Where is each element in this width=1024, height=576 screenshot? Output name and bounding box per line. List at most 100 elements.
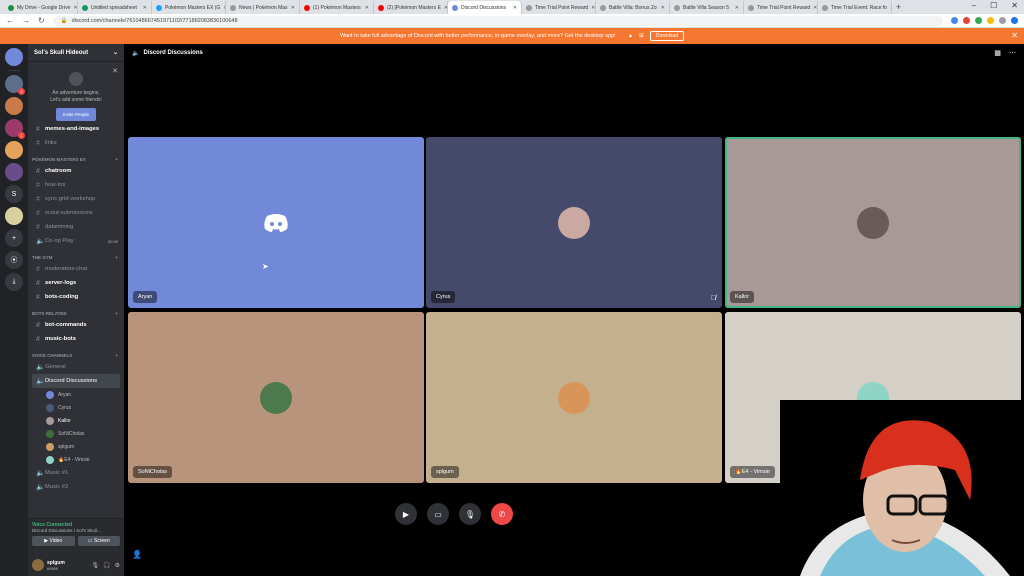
browser-tab[interactable]: (2) [Pokémon Masters E ✕ xyxy=(374,1,448,14)
channel-item[interactable]: 🔈 Music #1 xyxy=(28,466,124,480)
close-icon[interactable]: ✕ xyxy=(112,68,118,75)
voice-user[interactable]: SoNiCholas xyxy=(28,427,124,440)
channel-item[interactable]: 🔈 Music #2 xyxy=(28,480,124,494)
close-tab-icon[interactable]: ✕ xyxy=(513,5,517,11)
browser-tab[interactable]: Untitled spreadsheet ✕ xyxy=(78,1,152,14)
add-channel-icon[interactable]: + xyxy=(115,311,118,316)
invite-people-button[interactable]: Invite People xyxy=(55,108,97,121)
profile-icon[interactable] xyxy=(1011,17,1018,24)
reload-icon[interactable]: ↻ xyxy=(38,16,45,25)
video-tile[interactable]: splgum xyxy=(426,312,722,483)
maximize-icon[interactable]: ☐ xyxy=(990,1,997,10)
close-window-icon[interactable]: ✕ xyxy=(1011,1,1018,10)
extension-icon[interactable] xyxy=(999,17,1006,24)
channel-item[interactable]: # links xyxy=(28,136,124,150)
minimize-icon[interactable]: – xyxy=(972,1,976,10)
channel-item[interactable]: # chatroom xyxy=(28,164,124,178)
server-icon[interactable] xyxy=(5,97,23,115)
add-channel-icon[interactable]: + xyxy=(115,157,118,162)
add-channel-icon[interactable]: + xyxy=(115,353,118,358)
channel-item[interactable]: # music-bots xyxy=(28,332,124,346)
close-tab-icon[interactable]: ✕ xyxy=(735,5,739,11)
browser-tab[interactable]: (1) Pokémon Masters ✕ xyxy=(300,1,374,14)
extension-icon[interactable] xyxy=(951,17,958,24)
close-tab-icon[interactable]: ✕ xyxy=(591,5,595,11)
video-tile[interactable]: SoNiCholas xyxy=(128,312,424,483)
close-tab-icon[interactable]: ✕ xyxy=(813,5,817,11)
voice-user[interactable]: 🔥E4 - Vimsie xyxy=(28,453,124,466)
close-icon[interactable]: ✕ xyxy=(1011,31,1018,40)
channel-item[interactable]: # how-tos xyxy=(28,178,124,192)
disconnect-button[interactable]: ✆ xyxy=(491,503,513,525)
server-header[interactable]: Sol's Skull Hideout ⌄ xyxy=(28,44,124,62)
camera-toggle-button[interactable]: ▶ xyxy=(395,503,417,525)
server-icon[interactable] xyxy=(5,163,23,181)
new-tab-button[interactable]: + xyxy=(896,1,901,14)
voice-user[interactable]: splgum xyxy=(28,440,124,453)
channel-item[interactable]: # sync-grid-workshop xyxy=(28,192,124,206)
channel-item[interactable]: # scout-submissions xyxy=(28,206,124,220)
gear-icon[interactable]: ⚙ xyxy=(115,562,120,569)
extension-icon[interactable] xyxy=(987,17,994,24)
channel-category[interactable]: BOTS RELATED + xyxy=(28,304,124,318)
add-person-icon[interactable]: 👤 xyxy=(132,550,142,559)
close-tab-icon[interactable]: ✕ xyxy=(365,5,369,11)
mute-button[interactable]: 🎙 xyxy=(459,503,481,525)
forward-icon[interactable]: → xyxy=(22,16,30,25)
server-icon[interactable]: S xyxy=(5,185,23,203)
extension-icon[interactable] xyxy=(975,17,982,24)
server-icon[interactable]: ⤓ xyxy=(5,273,23,291)
channel-item[interactable]: # datamining xyxy=(28,220,124,234)
channel-item[interactable]: # bots-coding xyxy=(28,290,124,304)
video-tile[interactable]: Kallor xyxy=(725,137,1021,308)
voice-channel-general[interactable]: 🔈 General xyxy=(28,360,124,374)
headphones-icon[interactable]: 🎧 xyxy=(103,562,110,569)
channel-item[interactable]: # server-logs xyxy=(28,276,124,290)
browser-tab[interactable]: Time Trial Event: Race fo✕ xyxy=(818,1,892,14)
video-button[interactable]: ▶ Video xyxy=(32,536,75,546)
video-tile[interactable]: Aryan xyxy=(128,137,424,308)
video-tile[interactable]: Cyrus 🎙̸ xyxy=(426,137,722,308)
server-icon[interactable]: ⦿ xyxy=(5,251,23,269)
browser-tab[interactable]: Battle Villa: Bonus Zo ✕ xyxy=(596,1,670,14)
browser-tab[interactable]: Battle Villa Season 5 ✕ xyxy=(670,1,744,14)
add-channel-icon[interactable]: + xyxy=(115,255,118,260)
channel-item[interactable]: # bot-commands xyxy=(28,318,124,332)
close-tab-icon[interactable]: ✕ xyxy=(890,5,891,11)
voice-user[interactable]: Kallor xyxy=(28,414,124,427)
microphone-icon[interactable]: 🎙 xyxy=(92,562,100,569)
server-icon[interactable] xyxy=(5,48,23,66)
close-tab-icon[interactable]: ✕ xyxy=(291,5,295,11)
channel-item[interactable]: 🔈 Co-op Play 00 00 xyxy=(28,234,124,248)
screen-share-button[interactable]: ▭ Screen xyxy=(77,536,120,546)
layout-icon[interactable]: ▦ xyxy=(994,49,1001,57)
url-field[interactable]: 🔒 discord.com/channels/76104866745197110… xyxy=(52,15,943,26)
browser-tab[interactable]: News | Pokémon Mas ✕ xyxy=(226,1,300,14)
browser-tab[interactable]: Pokémon Masters EX (G✕ xyxy=(152,1,226,14)
server-icon[interactable]: 1 xyxy=(5,119,25,139)
avatar[interactable] xyxy=(32,559,44,571)
browser-tab[interactable]: Time Trial Point Reward ✕ xyxy=(522,1,596,14)
server-icon[interactable]: + xyxy=(5,229,23,247)
server-icon[interactable] xyxy=(5,207,23,225)
voice-channel-current[interactable]: 🔈 Discord Discussions xyxy=(32,374,120,388)
channel-category[interactable]: THE GYM + xyxy=(28,248,124,262)
channel-item[interactable]: # memes-and-images xyxy=(28,122,124,136)
voice-user[interactable]: Cyrus xyxy=(28,401,124,414)
channel-category[interactable]: VOICE CHANNELS + xyxy=(28,346,124,360)
browser-tab[interactable]: My Drive - Google Drive ✕ xyxy=(4,1,78,14)
browser-tab[interactable]: Discord Discussions ✕ xyxy=(448,1,522,14)
extension-icon[interactable] xyxy=(963,17,970,24)
server-icon[interactable]: 2 xyxy=(5,75,25,95)
voice-user[interactable]: Aryan xyxy=(28,388,124,401)
channel-item[interactable]: # moderators-chat xyxy=(28,262,124,276)
download-button[interactable]: Download xyxy=(649,31,685,41)
channel-category[interactable]: POKÉMON MASTERS EX + xyxy=(28,150,124,164)
browser-tab[interactable]: Time Trial Point Reward ✕ xyxy=(744,1,818,14)
more-icon[interactable]: ⋯ xyxy=(1009,49,1016,57)
screen-share-toggle-button[interactable]: ▭ xyxy=(427,503,449,525)
server-icon[interactable] xyxy=(5,141,23,159)
close-tab-icon[interactable]: ✕ xyxy=(143,5,147,11)
close-tab-icon[interactable]: ✕ xyxy=(661,5,665,11)
back-icon[interactable]: ← xyxy=(6,16,14,25)
